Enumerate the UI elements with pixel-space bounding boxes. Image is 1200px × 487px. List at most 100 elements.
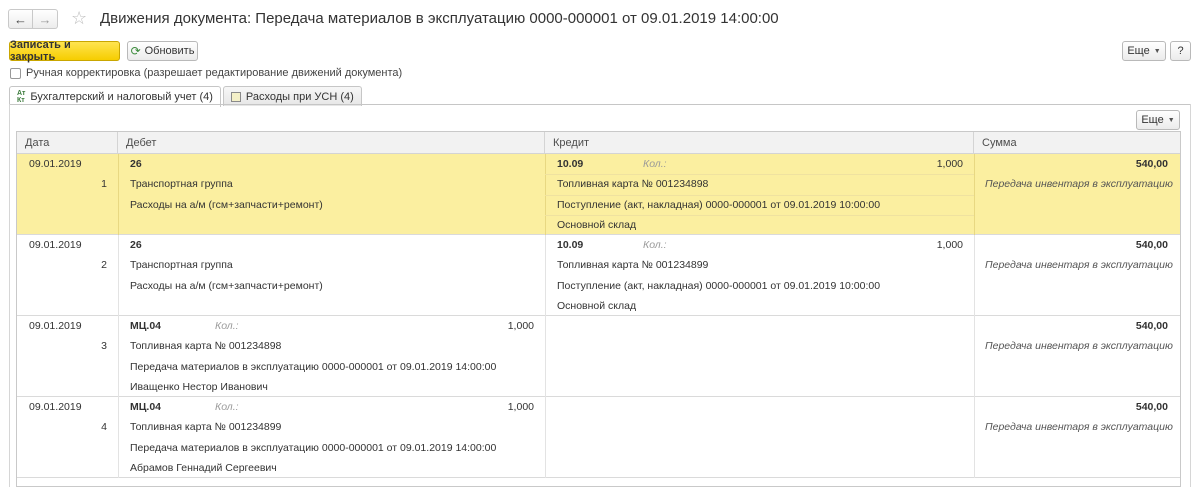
tab-usn-expenses[interactable]: Расходы при УСН (4) bbox=[222, 86, 362, 106]
refresh-button[interactable]: ⟳ Обновить bbox=[127, 41, 198, 61]
entry-number: 4 bbox=[101, 421, 107, 434]
column-header-debit[interactable]: Дебет bbox=[118, 132, 545, 154]
credit-qty-label: Кол.: bbox=[643, 239, 667, 251]
credit-subconto: Топливная карта № 001234898 bbox=[557, 178, 709, 191]
accounting-icon: Ат Кт bbox=[17, 90, 26, 104]
column-divider bbox=[974, 154, 975, 235]
table-header: Дата Дебет Кредит Сумма bbox=[17, 132, 1180, 154]
credit-subconto bbox=[557, 438, 967, 458]
credit-subconto bbox=[557, 336, 967, 356]
credit-subconto: Поступление (акт, накладная) 0000-000001… bbox=[557, 198, 881, 211]
credit-subconto: Топливная карта № 001234899 bbox=[557, 259, 709, 272]
save-and-close-button[interactable]: Записать и закрыть bbox=[9, 39, 120, 63]
column-divider bbox=[974, 316, 975, 397]
panel-border-left bbox=[9, 104, 10, 487]
chevron-down-icon: ▼ bbox=[1167, 116, 1175, 124]
tab-label: Расходы при УСН (4) bbox=[245, 90, 354, 103]
table-row[interactable]: 09.01.2019 3 МЦ.04 Кол.: 1,000 Топливная карт… bbox=[17, 316, 1180, 397]
help-icon: ? bbox=[1177, 45, 1184, 57]
debit-subconto: Передача материалов в эксплуатацию 0000-… bbox=[130, 441, 497, 454]
back-button[interactable]: ← bbox=[8, 9, 33, 29]
arrow-right-icon: → bbox=[38, 11, 52, 27]
table-row[interactable]: 09.01.2019 4 МЦ.04 Кол.: 1,000 Топливная карт… bbox=[17, 397, 1180, 478]
debit-account: МЦ.04 bbox=[130, 320, 162, 332]
forward-button[interactable]: → bbox=[33, 9, 58, 29]
credit-subconto bbox=[557, 458, 967, 478]
entry-date: 09.01.2019 bbox=[29, 320, 82, 332]
column-divider bbox=[118, 235, 119, 316]
debit-subconto: Транспортная группа bbox=[130, 178, 233, 191]
entry-sum: 540,00 bbox=[1135, 239, 1168, 251]
window-title: Движения документа: Передача материалов … bbox=[100, 10, 779, 27]
credit-qty-label: Кол.: bbox=[643, 158, 667, 170]
table-row[interactable]: 09.01.2019 1 26 Транспортная группа Расходы … bbox=[17, 154, 1180, 235]
debit-subconto: Передача материалов в эксплуатацию 0000-… bbox=[130, 360, 497, 373]
credit-qty: 1,000 bbox=[936, 158, 963, 170]
entry-content: Передача инвентаря в эксплуатацию bbox=[985, 178, 1173, 191]
debit-subconto: Транспортная группа bbox=[130, 259, 233, 272]
column-divider bbox=[118, 316, 119, 397]
document-icon bbox=[230, 91, 241, 102]
entry-date: 09.01.2019 bbox=[29, 401, 82, 413]
debit-subconto: Абрамов Геннадий Сергеевич bbox=[130, 461, 277, 474]
debit-subconto: Расходы на а/м (гсм+запчасти+ремонт) bbox=[130, 198, 323, 211]
credit-subconto bbox=[557, 357, 967, 377]
debit-account: 26 bbox=[130, 158, 142, 170]
entry-sum: 540,00 bbox=[1135, 401, 1168, 413]
manual-correction-label: Ручная корректировка (разрешает редактир… bbox=[26, 67, 403, 79]
more-menu-button[interactable]: Еще ▼ bbox=[1122, 41, 1166, 61]
credit-account: 10.09 bbox=[557, 158, 584, 170]
manual-correction-checkbox[interactable] bbox=[10, 67, 21, 79]
credit-qty: 1,000 bbox=[936, 239, 963, 251]
debit-qty-label: Кол.: bbox=[215, 401, 239, 413]
column-divider bbox=[545, 316, 546, 397]
entry-number: 2 bbox=[101, 259, 107, 272]
entry-sum: 540,00 bbox=[1135, 158, 1168, 170]
debit-qty-label: Кол.: bbox=[215, 320, 239, 332]
row-subdivider bbox=[545, 195, 974, 196]
entry-sum: 540,00 bbox=[1135, 320, 1168, 332]
debit-account: МЦ.04 bbox=[130, 401, 162, 413]
column-header-sum[interactable]: Сумма bbox=[974, 132, 1180, 154]
debit-subconto: Топливная карта № 001234898 bbox=[130, 340, 282, 353]
entry-content: Передача инвентаря в эксплуатацию bbox=[985, 421, 1173, 434]
tab-bar: Ат Кт Бухгалтерский и налоговый учет (4) … bbox=[9, 86, 364, 107]
debit-subconto: Расходы на а/м (гсм+запчасти+ремонт) bbox=[130, 279, 323, 292]
entries-table[interactable]: Дата Дебет Кредит Сумма 09.01.2019 1 26 Тра… bbox=[16, 131, 1181, 487]
grid-more-menu-button[interactable]: Еще ▼ bbox=[1136, 110, 1180, 130]
table-row[interactable]: 09.01.2019 2 26 Транспортная группа Расходы … bbox=[17, 235, 1180, 316]
favorite-star-icon[interactable]: ☆ bbox=[71, 8, 87, 28]
column-divider bbox=[974, 235, 975, 316]
credit-subconto bbox=[557, 377, 967, 397]
credit-account: 10.09 bbox=[557, 239, 584, 251]
column-divider bbox=[118, 397, 119, 478]
entry-number: 3 bbox=[101, 340, 107, 353]
row-subdivider bbox=[545, 174, 974, 175]
column-header-date[interactable]: Дата bbox=[17, 132, 118, 154]
entry-number: 1 bbox=[101, 178, 107, 191]
entry-content: Передача инвентаря в эксплуатацию bbox=[985, 259, 1173, 272]
debit-subconto bbox=[130, 296, 540, 316]
refresh-label: Обновить bbox=[144, 45, 195, 57]
entry-content: Передача инвентаря в эксплуатацию bbox=[985, 340, 1173, 353]
credit-subconto: Основной склад bbox=[557, 299, 637, 312]
debit-account: 26 bbox=[130, 239, 142, 251]
debit-subconto: Иващенко Нестор Иванович bbox=[130, 380, 268, 393]
credit-subconto: Поступление (акт, накладная) 0000-000001… bbox=[557, 279, 881, 292]
entry-date: 09.01.2019 bbox=[29, 239, 82, 251]
debit-qty: 1,000 bbox=[507, 401, 534, 413]
arrow-left-icon: ← bbox=[14, 11, 27, 27]
entry-date: 09.01.2019 bbox=[29, 158, 82, 170]
help-button[interactable]: ? bbox=[1170, 41, 1191, 61]
credit-subconto: Основной склад bbox=[557, 218, 637, 231]
column-divider bbox=[974, 397, 975, 478]
column-divider bbox=[545, 235, 546, 316]
manual-correction-row[interactable]: Ручная корректировка (разрешает редактир… bbox=[10, 67, 402, 79]
debit-qty: 1,000 bbox=[507, 320, 534, 332]
title-bar: ← → ☆ Движения документа: Передача матер… bbox=[0, 0, 1200, 38]
tab-label: Бухгалтерский и налоговый учет (4) bbox=[30, 91, 213, 103]
row-subdivider bbox=[545, 215, 974, 216]
more-label: Еще bbox=[1141, 114, 1164, 126]
refresh-icon: ⟳ bbox=[130, 44, 141, 58]
column-header-credit[interactable]: Кредит bbox=[545, 132, 974, 154]
